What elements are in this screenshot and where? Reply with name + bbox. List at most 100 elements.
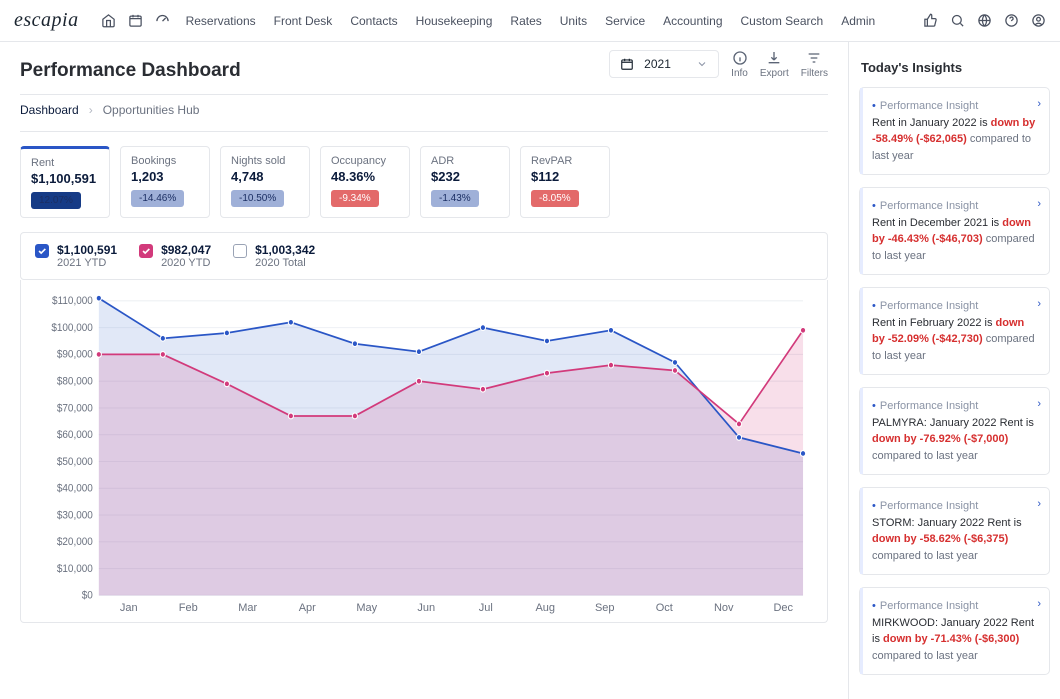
x-tick: Sep — [575, 602, 635, 614]
nav-quick-icons — [101, 13, 170, 28]
insights-title: Today's Insights — [861, 60, 1050, 75]
kpi-delta-badge: -9.34% — [331, 190, 379, 207]
filters-tool[interactable]: Filters — [801, 50, 828, 79]
kpi-delta-badge: 12.07% — [31, 192, 81, 209]
kpi-value: 4,748 — [231, 169, 299, 184]
x-tick: Apr — [278, 602, 338, 614]
svg-text:$90,000: $90,000 — [57, 348, 93, 361]
nav-link-reservations[interactable]: Reservations — [186, 14, 256, 28]
chevron-right-icon: › — [1037, 96, 1041, 113]
chevron-right-icon: › — [1037, 296, 1041, 313]
crumb-dashboard[interactable]: Dashboard — [20, 103, 79, 117]
nav-link-contacts[interactable]: Contacts — [350, 14, 397, 28]
bullet-icon: • — [872, 400, 876, 412]
nav-link-housekeeping[interactable]: Housekeeping — [416, 14, 493, 28]
kpi-delta-badge: -14.46% — [131, 190, 184, 207]
kpi-label: ADR — [431, 155, 499, 167]
chevron-right-icon: › — [1037, 496, 1041, 513]
kpi-label: RevPAR — [531, 155, 599, 167]
globe-icon[interactable] — [977, 13, 992, 28]
legend-value: $1,003,342 — [255, 243, 315, 257]
insight-text: MIRKWOOD: January 2022 Rent is down by -… — [872, 615, 1039, 665]
download-icon — [766, 50, 782, 66]
x-tick: Oct — [635, 602, 695, 614]
kpi-delta-badge: -8.05% — [531, 190, 579, 207]
calendar-icon — [620, 57, 634, 71]
gauge-icon[interactable] — [155, 13, 170, 28]
bullet-icon: • — [872, 200, 876, 212]
help-icon[interactable] — [1004, 13, 1019, 28]
bullet-icon: • — [872, 500, 876, 512]
x-tick: May — [337, 602, 397, 614]
nav-link-rates[interactable]: Rates — [510, 14, 541, 28]
kpi-occupancy[interactable]: Occupancy 48.36% -9.34% — [320, 146, 410, 218]
svg-text:$30,000: $30,000 — [57, 509, 93, 522]
chevron-right-icon: › — [1037, 396, 1041, 413]
nav-link-accounting[interactable]: Accounting — [663, 14, 722, 28]
svg-text:$0: $0 — [82, 589, 93, 602]
topbar-right-icons — [923, 13, 1046, 28]
insight-text: STORM: January 2022 Rent is down by -58.… — [872, 515, 1039, 565]
crumb-opportunities[interactable]: Opportunities Hub — [103, 103, 200, 117]
export-tool[interactable]: Export — [760, 50, 789, 79]
svg-text:$110,000: $110,000 — [52, 295, 93, 308]
svg-text:$70,000: $70,000 — [57, 402, 93, 415]
insights-panel: Today's Insights › •Performance Insight … — [848, 42, 1060, 699]
legend-item[interactable]: $1,100,5912021 YTD — [35, 243, 117, 269]
chevron-right-icon: › — [1037, 196, 1041, 213]
insight-card[interactable]: › •Performance Insight Rent in February … — [859, 287, 1050, 375]
x-tick: Jul — [456, 602, 516, 614]
insight-card[interactable]: › •Performance Insight Rent in January 2… — [859, 87, 1050, 175]
nav-link-custom-search[interactable]: Custom Search — [741, 14, 824, 28]
svg-text:$100,000: $100,000 — [51, 321, 93, 334]
year-value: 2021 — [644, 57, 671, 71]
insight-card[interactable]: › •Performance Insight MIRKWOOD: January… — [859, 587, 1050, 675]
info-tool[interactable]: Info — [731, 50, 748, 79]
insight-card[interactable]: › •Performance Insight PALMYRA: January … — [859, 387, 1050, 475]
thumbs-up-icon[interactable] — [923, 13, 938, 28]
bullet-icon: • — [872, 600, 876, 612]
year-select[interactable]: 2021 — [609, 50, 719, 78]
nav-link-admin[interactable]: Admin — [841, 14, 875, 28]
kpi-revpar[interactable]: RevPAR $112 -8.05% — [520, 146, 610, 218]
user-icon[interactable] — [1031, 13, 1046, 28]
chevron-right-icon: › — [1037, 596, 1041, 613]
insight-text: Rent in January 2022 is down by -58.49% … — [872, 115, 1039, 165]
kpi-bookings[interactable]: Bookings 1,203 -14.46% — [120, 146, 210, 218]
legend-item[interactable]: $1,003,3422020 Total — [233, 243, 315, 269]
home-icon[interactable] — [101, 13, 116, 28]
x-tick: Nov — [694, 602, 754, 614]
calendar-icon[interactable] — [128, 13, 143, 28]
insight-card[interactable]: › •Performance Insight Rent in December … — [859, 187, 1050, 275]
svg-text:$20,000: $20,000 — [57, 536, 93, 549]
kpi-adr[interactable]: ADR $232 -1.43% — [420, 146, 510, 218]
kpi-nights-sold[interactable]: Nights sold 4,748 -10.50% — [220, 146, 310, 218]
kpi-rent[interactable]: Rent $1,100,591 12.07% — [20, 146, 110, 218]
bullet-icon: • — [872, 300, 876, 312]
checkbox-icon[interactable] — [233, 244, 247, 258]
legend-sublabel: 2021 YTD — [57, 257, 117, 269]
svg-text:$50,000: $50,000 — [57, 455, 93, 468]
insight-text: PALMYRA: January 2022 Rent is down by -7… — [872, 415, 1039, 465]
checkbox-icon[interactable] — [35, 244, 49, 258]
x-tick: Jan — [99, 602, 159, 614]
filter-icon — [806, 50, 822, 66]
bullet-icon: • — [872, 100, 876, 112]
x-tick: Jun — [397, 602, 457, 614]
legend-sublabel: 2020 Total — [255, 257, 315, 269]
nav-link-units[interactable]: Units — [560, 14, 587, 28]
x-tick: Mar — [218, 602, 278, 614]
kpi-value: $1,100,591 — [31, 171, 99, 186]
kpi-label: Occupancy — [331, 155, 399, 167]
info-label: Info — [731, 68, 748, 79]
nav-link-service[interactable]: Service — [605, 14, 645, 28]
chart-legend: $1,100,5912021 YTD $982,0472020 YTD $1,003… — [20, 232, 828, 280]
kpi-value: $232 — [431, 169, 499, 184]
insight-card[interactable]: › •Performance Insight STORM: January 20… — [859, 487, 1050, 575]
search-icon[interactable] — [950, 13, 965, 28]
kpi-value: $112 — [531, 169, 599, 184]
legend-item[interactable]: $982,0472020 YTD — [139, 243, 211, 269]
svg-text:$80,000: $80,000 — [57, 375, 93, 388]
checkbox-icon[interactable] — [139, 244, 153, 258]
nav-link-front-desk[interactable]: Front Desk — [274, 14, 333, 28]
